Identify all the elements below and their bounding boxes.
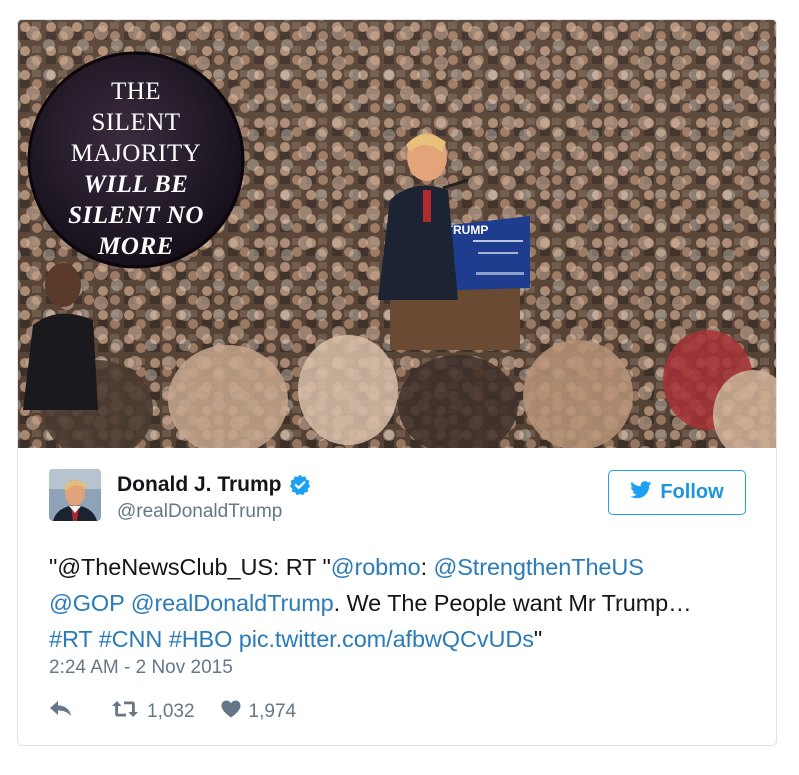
hashtag-link[interactable]: #HBO <box>169 626 233 652</box>
hashtag-link[interactable]: #CNN <box>99 626 163 652</box>
badge-line: THE <box>110 78 162 105</box>
avatar[interactable] <box>49 469 101 521</box>
badge-line: MORE <box>98 233 174 260</box>
mention-link[interactable]: @realDonaldTrump <box>131 590 334 616</box>
badge-line: MAJORITY <box>70 140 202 167</box>
twitter-bird-icon <box>630 480 652 505</box>
silent-majority-badge: THE SILENT MAJORITY WILL BE SILENT NO MO… <box>48 76 224 262</box>
follow-button[interactable]: Follow <box>608 470 746 515</box>
like-button[interactable]: 1,974 <box>221 700 297 724</box>
mention-link[interactable]: @GOP <box>49 590 124 616</box>
badge-line: WILL BE <box>83 171 189 198</box>
like-count: 1,974 <box>248 701 297 722</box>
verified-badge-icon <box>289 474 311 496</box>
follow-button-label: Follow <box>660 481 724 503</box>
mention-link[interactable]: @StrengthenTheUS <box>433 554 643 580</box>
reply-icon <box>49 700 73 724</box>
mention-link[interactable]: @robmo <box>331 554 421 580</box>
hashtag-link[interactable]: #RT <box>49 626 92 652</box>
author-name[interactable]: Donald J. Trump <box>117 473 311 497</box>
badge-line: SILENT <box>91 109 181 136</box>
tweet-text: "@TheNewsClub_US: RT "@robmo: @Strengthe… <box>49 549 749 657</box>
tweet-timestamp[interactable]: 2:24 AM - 2 Nov 2015 <box>49 657 233 679</box>
tweet-actions: 1,032 1,974 <box>49 700 296 724</box>
reply-button[interactable] <box>49 700 73 724</box>
tweet-photo[interactable]: TRUMP THE SILENT MAJORITY WILL BE SILENT… <box>18 20 776 448</box>
tweet-text-segment: "@TheNewsClub_US: RT " <box>49 554 331 580</box>
badge-line: SILENT NO <box>68 202 204 229</box>
media-link[interactable]: pic.twitter.com/afbwQCvUDs <box>239 626 534 652</box>
author-display-name[interactable]: Donald J. Trump <box>117 473 282 497</box>
tweet-card: TRUMP THE SILENT MAJORITY WILL BE SILENT… <box>17 19 777 746</box>
tweet-text-segment: : <box>420 554 434 580</box>
tweet-text-segment: " <box>533 626 543 652</box>
author-handle[interactable]: @realDonaldTrump <box>117 501 282 523</box>
tweet-text-segment: . We The People want Mr Trump… <box>333 590 692 616</box>
retweet-icon <box>111 700 139 724</box>
heart-icon <box>221 700 241 724</box>
retweet-button[interactable]: 1,032 <box>111 700 195 724</box>
retweet-count: 1,032 <box>147 701 195 722</box>
